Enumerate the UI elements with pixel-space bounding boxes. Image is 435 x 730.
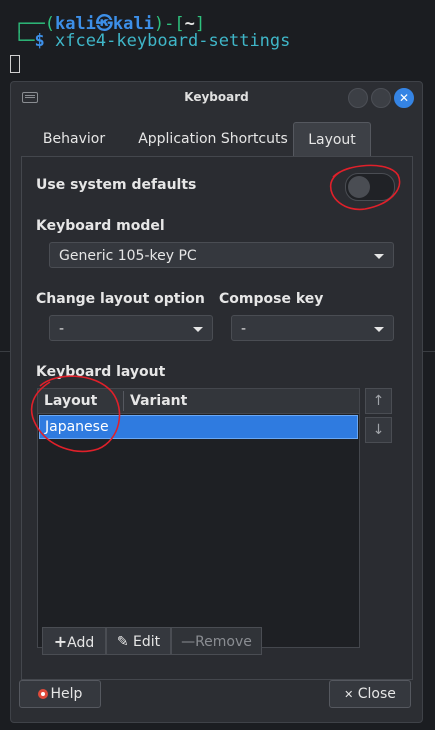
annotation-circle-layout (30, 375, 121, 453)
annotation-circle-switch (329, 164, 401, 211)
annotation-overlay (30, 164, 401, 453)
